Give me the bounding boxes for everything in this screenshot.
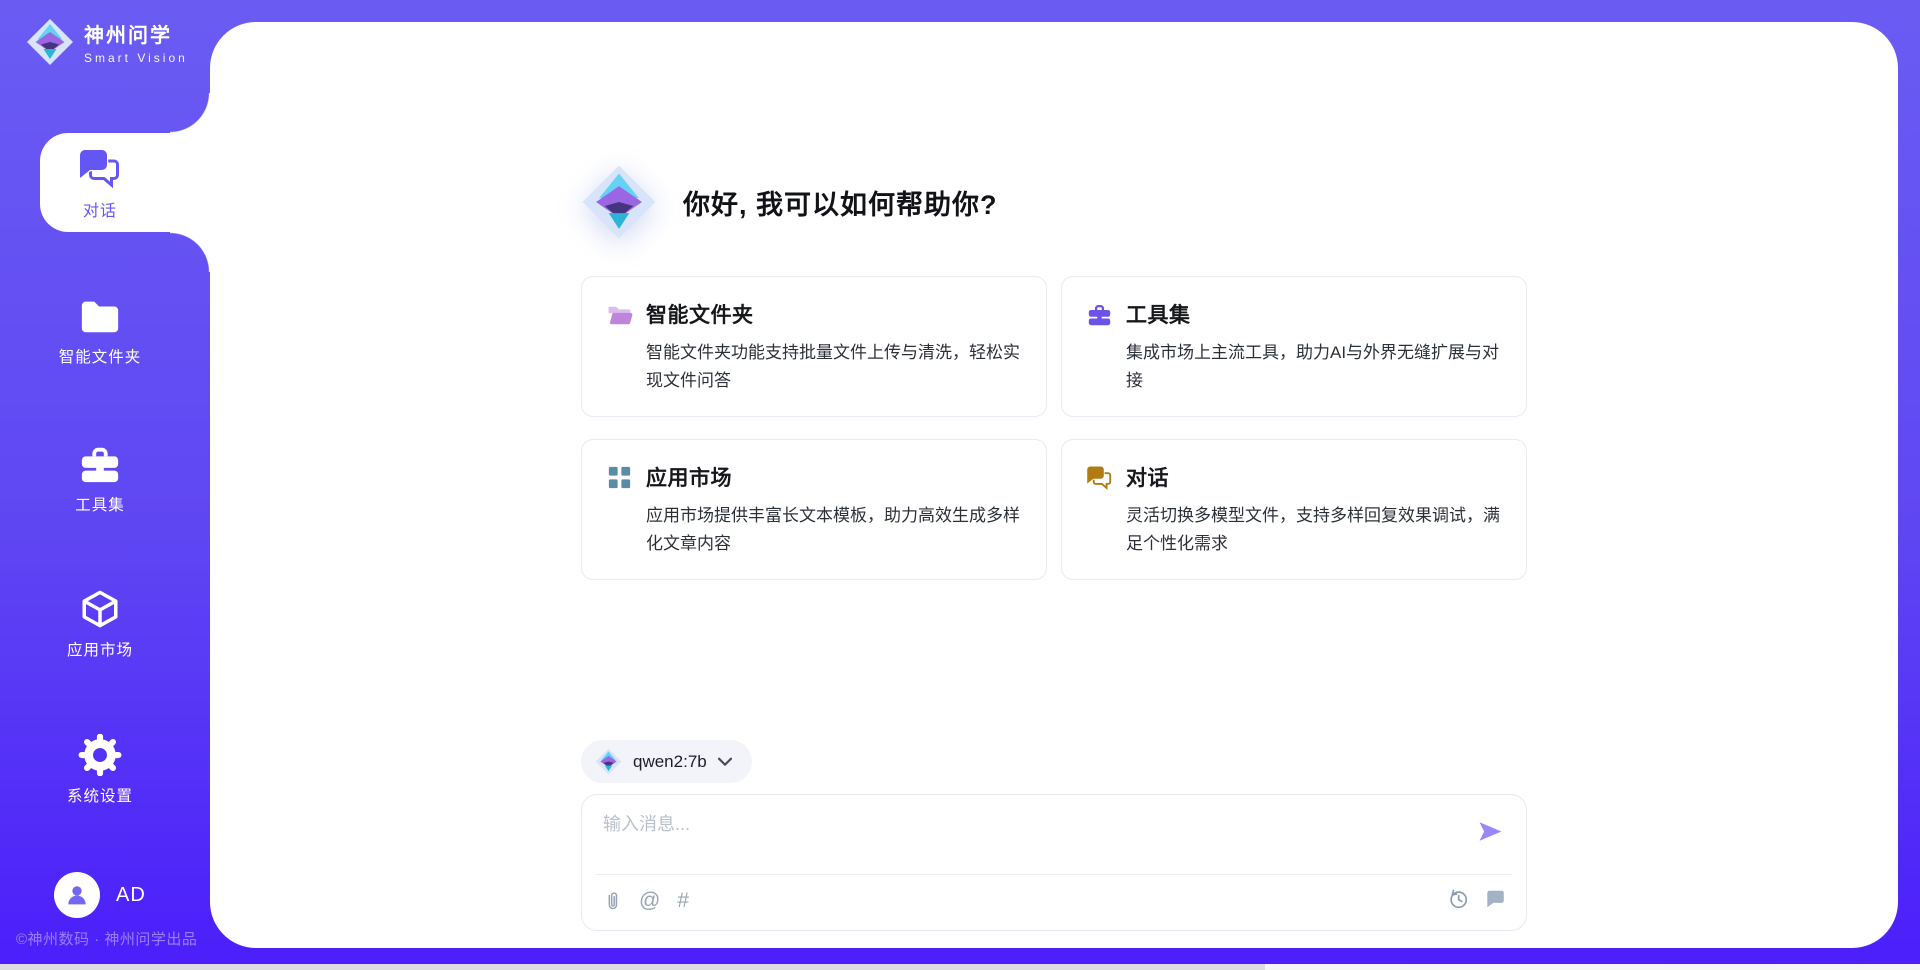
person-icon xyxy=(63,881,91,909)
card-description: 灵活切换多模型文件，支持多样回复效果调试，满足个性化需求 xyxy=(1126,502,1502,557)
sidebar: 神州问学 Smart Vision 对话 智能文件夹 工具集 xyxy=(0,0,210,970)
chat-bubbles-icon xyxy=(78,148,122,188)
card-app-market[interactable]: 应用市场 应用市场提供丰富长文本模板，助力高效生成多样化文章内容 xyxy=(581,439,1047,580)
gem-diamond-icon xyxy=(581,164,657,240)
card-description: 应用市场提供丰富长文本模板，助力高效生成多样化文章内容 xyxy=(646,502,1022,557)
gear-icon xyxy=(77,734,123,776)
composer-divider xyxy=(596,874,1512,875)
sidebar-item-label: 系统设置 xyxy=(0,784,200,806)
model-selector[interactable]: qwen2:7b xyxy=(581,740,752,783)
history-button[interactable] xyxy=(1447,888,1469,910)
tab-scoop-top xyxy=(170,93,210,133)
card-chat[interactable]: 对话 灵活切换多模型文件，支持多样回复效果调试，满足个性化需求 xyxy=(1061,439,1527,580)
scrollbar-thumb[interactable] xyxy=(0,964,1265,970)
send-button[interactable] xyxy=(1477,818,1504,845)
brand-text: 神州问学 Smart Vision xyxy=(84,19,188,65)
card-title: 工具集 xyxy=(1126,299,1191,329)
card-description: 智能文件夹功能支持批量文件上传与清洗，轻松实现文件问答 xyxy=(646,339,1022,394)
folder-icon xyxy=(77,295,123,337)
briefcase-icon xyxy=(77,443,123,485)
history-icon xyxy=(1447,888,1469,910)
feature-cards: 智能文件夹 智能文件夹功能支持批量文件上传与清洗，轻松实现文件问答 工具集 集成… xyxy=(581,276,1527,580)
chat-bubbles-icon xyxy=(1086,465,1113,490)
grid-icon xyxy=(606,465,633,490)
avatar xyxy=(54,872,100,918)
main-panel: 你好, 我可以如何帮助你? 智能文件夹 智能文件夹功能支持批量文件上传与清洗，轻… xyxy=(210,22,1898,948)
briefcase-icon xyxy=(1086,302,1113,327)
brand-name: 神州问学 xyxy=(84,19,188,48)
tab-scoop-bottom xyxy=(170,232,210,272)
sidebar-item-toolset[interactable]: 工具集 xyxy=(0,443,200,515)
copyright-footer: ©神州数码 · 神州问学出品 xyxy=(16,928,197,949)
sidebar-item-chat[interactable]: 对话 xyxy=(40,133,210,232)
chat-bubble-icon xyxy=(1484,888,1506,910)
model-name: qwen2:7b xyxy=(633,752,707,772)
gem-diamond-icon xyxy=(26,18,74,66)
message-input[interactable] xyxy=(603,810,1463,866)
sidebar-item-settings[interactable]: 系统设置 xyxy=(0,734,200,806)
card-title: 对话 xyxy=(1126,462,1169,492)
greeting-block: 你好, 我可以如何帮助你? xyxy=(581,164,1527,240)
message-composer: @ # xyxy=(581,794,1527,931)
send-icon xyxy=(1477,818,1504,845)
mention-button[interactable]: @ xyxy=(639,889,660,913)
chevron-down-icon xyxy=(718,757,732,767)
user-name: AD xyxy=(116,884,146,907)
hash-icon: # xyxy=(677,889,689,912)
gem-diamond-icon xyxy=(595,748,622,775)
card-toolset[interactable]: 工具集 集成市场上主流工具，助力AI与外界无缝扩展与对接 xyxy=(1061,276,1527,417)
sidebar-item-label: 应用市场 xyxy=(0,638,200,660)
open-folder-icon xyxy=(606,302,633,327)
card-description: 集成市场上主流工具，助力AI与外界无缝扩展与对接 xyxy=(1126,339,1502,394)
conversations-button[interactable] xyxy=(1484,888,1506,910)
cube-icon xyxy=(77,588,123,630)
at-icon: @ xyxy=(639,889,660,912)
sidebar-item-smart-folder[interactable]: 智能文件夹 xyxy=(0,295,200,367)
sidebar-item-app-market[interactable]: 应用市场 xyxy=(0,588,200,660)
card-title: 智能文件夹 xyxy=(646,299,754,329)
horizontal-scrollbar[interactable] xyxy=(0,964,1920,970)
topic-button[interactable]: # xyxy=(677,889,689,913)
sidebar-item-label: 智能文件夹 xyxy=(0,345,200,367)
card-smart-folder[interactable]: 智能文件夹 智能文件夹功能支持批量文件上传与清洗，轻松实现文件问答 xyxy=(581,276,1047,417)
attach-file-button[interactable] xyxy=(603,890,622,912)
sidebar-item-label: 对话 xyxy=(40,197,160,221)
paperclip-icon xyxy=(603,890,622,912)
sidebar-item-label: 工具集 xyxy=(0,493,200,515)
greeting-title: 你好, 我可以如何帮助你? xyxy=(683,183,998,222)
card-title: 应用市场 xyxy=(646,462,732,492)
brand-subtitle: Smart Vision xyxy=(84,51,188,65)
user-account[interactable]: AD xyxy=(54,872,146,918)
brand-logo: 神州问学 Smart Vision xyxy=(26,18,188,66)
